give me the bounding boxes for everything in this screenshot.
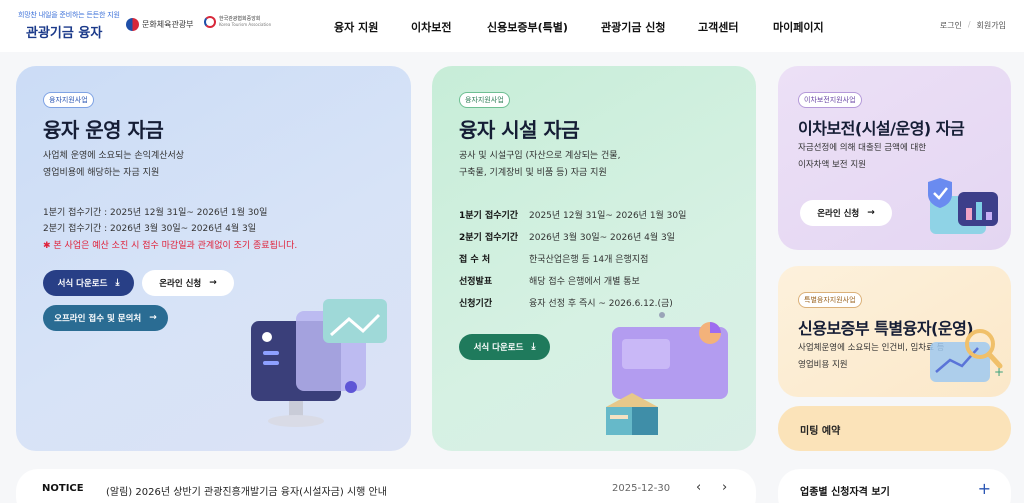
- card-operation-fund: 융자지원사업 융자 운영 자금 사업체 운영에 소요되는 손익계산서상 영업비용…: [16, 66, 411, 451]
- download-icon: ⤓: [531, 342, 536, 352]
- info-key: 신청기간: [459, 299, 493, 309]
- card-desc-line-1: 사업체 운영에 소요되는 손익계산서상: [43, 151, 185, 161]
- sparkle-icon: +: [994, 365, 1004, 379]
- info-value: 해당 접수 은행에서 개별 통보: [529, 277, 640, 287]
- period-q1: 1분기 접수기간 : 2025년 12월 31일~ 2026년 1월 30일: [43, 208, 268, 218]
- card-tag: 이차보전지원사업: [798, 92, 862, 108]
- util-divider: /: [967, 20, 971, 29]
- info-key: 선정발표: [459, 277, 493, 287]
- main-nav: 융자 지원 이차보전 신용보증부(특별) 관광기금 신청 고객센터 마이페이지: [0, 19, 1024, 35]
- nav-loan-support[interactable]: 융자 지원: [334, 19, 378, 35]
- monitor-illustration: [251, 299, 387, 427]
- card-desc-line-2: 영업비용 지원: [798, 360, 848, 370]
- online-apply-label: 온라인 신청: [817, 209, 860, 219]
- info-value: 2026년 3월 30일~ 2026년 4월 3일: [529, 233, 675, 243]
- card-title: 이차보전(시설/운영) 자금: [798, 119, 965, 138]
- card-title: 융자 시설 자금: [459, 118, 580, 142]
- card-desc-line-2: 영업비용에 해당하는 자금 지원: [43, 168, 160, 178]
- info-row: 신청기간 융자 선정 후 즉시 ~ 2026.6.12.(금): [459, 296, 673, 309]
- info-row: 선정발표 해당 접수 은행에서 개별 통보: [459, 274, 640, 287]
- nav-credit-guarantee[interactable]: 신용보증부(특별): [487, 19, 568, 35]
- offline-contact-label: 오프라인 접수 및 문의처: [54, 314, 142, 324]
- signup-link[interactable]: 회원가입: [977, 20, 1006, 31]
- info-row: 2분기 접수기간 2026년 3월 30일~ 2026년 4월 3일: [459, 230, 675, 243]
- magnifier-chart-illustration: +: [930, 329, 1004, 382]
- notice-title-link[interactable]: (알림) 2026년 상반기 관광진흥개발기금 융자(시설자금) 시행 안내: [106, 483, 387, 498]
- nav-mypage[interactable]: 마이페이지: [773, 19, 824, 35]
- download-form-button[interactable]: 서식 다운로드 ⤓: [459, 334, 550, 360]
- download-form-button[interactable]: 서식 다운로드 ⤓: [43, 270, 134, 296]
- building-left: [606, 407, 632, 435]
- info-value: 융자 선정 후 즉시 ~ 2026.6.12.(금): [529, 299, 673, 309]
- site-header: 희망찬 내일을 준비하는 든든한 지원 관광기금 융자 문화체육관광부 한국관광…: [0, 0, 1024, 52]
- info-value: 한국산업은행 등 14개 은행지점: [529, 255, 649, 265]
- screen-window: [622, 339, 670, 369]
- period-q2: 2분기 접수기간 : 2026년 3월 30일~ 2026년 4월 3일: [43, 224, 256, 234]
- util-menu: 로그인 / 회원가입: [940, 20, 1006, 31]
- image-card: [323, 299, 387, 343]
- info-key: 접 수 처: [459, 255, 491, 265]
- monitor-bar-1: [263, 351, 279, 355]
- login-link[interactable]: 로그인: [940, 20, 962, 31]
- online-apply-button[interactable]: 온라인 신청 →: [142, 270, 234, 296]
- download-icon: ⤓: [115, 278, 120, 288]
- chart-bar-2: [976, 202, 982, 220]
- plus-icon: +: [977, 479, 991, 498]
- card-desc-line-1: 사업체운영에 소요되는 인건비, 임차료 등: [798, 343, 945, 353]
- chevron-right-icon[interactable]: ›: [722, 480, 727, 495]
- card-desc-line-1: 공사 및 시설구입 (자산으로 계상되는 건물,: [459, 151, 621, 161]
- card-desc-line-1: 자금선정에 의해 대출된 금액에 대한: [798, 143, 927, 153]
- arrow-right-icon: →: [149, 313, 157, 323]
- nav-interest-subsidy[interactable]: 이차보전: [411, 19, 451, 35]
- chart-bar-3: [986, 212, 992, 220]
- card-credit-guarantee: 특별융자지원사업 신용보증부 특별융자(운영) 사업체운영에 소요되는 인건비,…: [778, 266, 1011, 397]
- monitor-dot: [262, 332, 272, 342]
- card-tag: 융자지원사업: [459, 92, 510, 108]
- notice-label: NOTICE: [42, 483, 84, 494]
- pie-slice: [710, 322, 721, 333]
- monitor-base: [268, 415, 324, 427]
- chevron-left-icon[interactable]: ‹: [696, 480, 701, 495]
- building-right: [632, 407, 658, 435]
- card-interest-subsidy: 이차보전지원사업 이차보전(시설/운영) 자금 자금선정에 의해 대출된 금액에…: [778, 66, 1011, 250]
- info-value: 2025년 12월 31일~ 2026년 1월 30일: [529, 211, 687, 221]
- online-apply-button[interactable]: 온라인 신청 →: [800, 200, 892, 226]
- info-row: 접 수 처 한국산업은행 등 14개 은행지점: [459, 252, 648, 265]
- meeting-reservation-label: 미팅 예약: [800, 426, 841, 437]
- download-form-label: 서식 다운로드: [57, 279, 108, 289]
- industry-qualification-label: 업종별 신청자격 보기: [800, 487, 890, 498]
- online-apply-label: 온라인 신청: [159, 279, 202, 289]
- notice-date: 2025-12-30: [612, 483, 671, 494]
- chart-bar-1: [966, 208, 972, 220]
- card-facility-fund: 융자지원사업 융자 시설 자금 공사 및 시설구입 (자산으로 계상되는 건물,…: [432, 66, 756, 451]
- card-tag: 특별융자지원사업: [798, 292, 862, 308]
- offline-contact-button[interactable]: 오프라인 접수 및 문의처 →: [43, 305, 168, 331]
- card-tag: 융자지원사업: [43, 92, 94, 108]
- notice-bar: NOTICE (알림) 2026년 상반기 관광진흥개발기금 융자(시설자금) …: [16, 469, 756, 503]
- arrow-right-icon: →: [867, 208, 875, 218]
- info-key: 1분기 접수기간: [459, 211, 519, 221]
- nav-fund-application[interactable]: 관광기금 신청: [601, 19, 666, 35]
- info-key: 2분기 접수기간: [459, 233, 519, 243]
- monitor-knob: [345, 381, 357, 393]
- download-form-label: 서식 다운로드: [473, 343, 524, 353]
- industry-qualification-button[interactable]: 업종별 신청자격 보기 +: [778, 469, 1011, 503]
- meeting-reservation-button[interactable]: 미팅 예약: [778, 406, 1011, 451]
- card-desc-line-2: 이자차액 보전 지원: [798, 160, 866, 170]
- card-desc-line-2: 구축물, 기계장비 및 비품 등) 자금 지원: [459, 168, 607, 178]
- arrow-right-icon: →: [209, 278, 217, 288]
- budget-warning: ✱ 본 사업은 예산 소진 시 접수 마감일과 관계없이 조기 종료됩니다.: [43, 241, 298, 251]
- building-illustration: [606, 312, 728, 435]
- building-stripe: [610, 415, 628, 419]
- shield-chart-illustration: [928, 178, 998, 234]
- chart-card: [930, 342, 990, 382]
- monitor-bar-2: [263, 361, 279, 365]
- nav-customer-center[interactable]: 고객센터: [698, 19, 738, 35]
- floating-dot: [659, 312, 665, 318]
- info-row: 1분기 접수기간 2025년 12월 31일~ 2026년 1월 30일: [459, 208, 686, 221]
- card-title: 융자 운영 자금: [43, 118, 164, 142]
